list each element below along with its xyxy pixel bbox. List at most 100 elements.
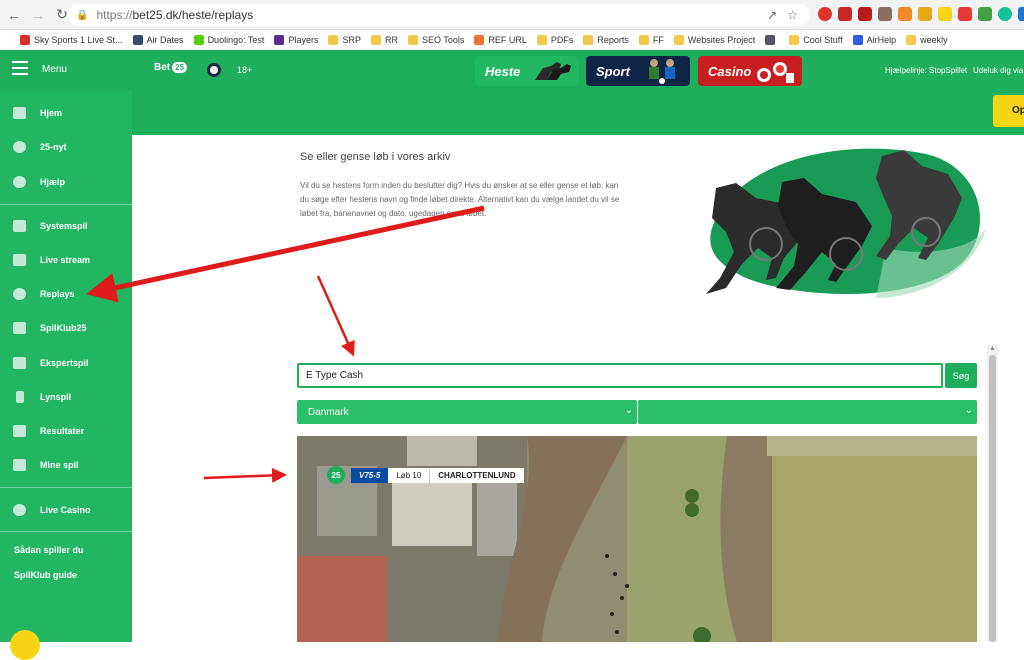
extension-icon[interactable] [958, 7, 972, 21]
star-icon[interactable]: ☆ [787, 8, 798, 22]
extension-icon[interactable] [838, 7, 852, 21]
bookmark-icon [20, 35, 30, 45]
tab-heste[interactable]: Heste [475, 56, 579, 86]
club-guide-link[interactable]: SpilKlub guide [14, 570, 77, 580]
sidebar-item-label: Hjælp [40, 177, 66, 187]
hamburger-icon[interactable] [12, 61, 28, 75]
search-button[interactable]: Søg [945, 363, 977, 388]
sidebar-item-label: Lynspil [40, 392, 72, 402]
sub-header-bar [132, 90, 1024, 135]
horse-search-input[interactable] [297, 363, 943, 388]
bookmark-label: RR [384, 35, 398, 45]
extension-icon[interactable] [898, 7, 912, 21]
bookmark-item[interactable]: AirHelp [852, 35, 897, 45]
how-to-play-link[interactable]: Sådan spiller du [14, 545, 84, 555]
race-info-overlay: 25 V75-5 Løb 10 CHARLOTTENLUND [327, 466, 524, 484]
bookmark-item[interactable]: PDFs [536, 35, 573, 45]
bookmarks-bar: Sky Sports 1 Live St... Air Dates Duolingo… [0, 30, 1024, 50]
news-icon [13, 141, 26, 153]
trophy-icon [13, 425, 26, 437]
sidebar-item-25-nyt[interactable]: 25-nyt [0, 134, 132, 160]
sidebar-item-systemspil[interactable]: Systemspil [0, 213, 132, 239]
bookmark-item[interactable]: weekly [906, 35, 948, 45]
extension-icon[interactable] [818, 7, 832, 21]
track-select[interactable]: ⌄ [638, 400, 977, 424]
logo-badge: 25 [172, 62, 188, 73]
tab-casino[interactable]: Casino [698, 56, 802, 86]
bookmark-label: Sky Sports 1 Live St... [34, 35, 123, 45]
sidebar-item-ekspertspil[interactable]: Ekspertspil [0, 350, 132, 376]
create-account-button[interactable]: Opr [993, 95, 1024, 127]
bookmark-item[interactable]: Sky Sports 1 Live St... [20, 35, 123, 45]
sidebar-item-spilklub25[interactable]: SpilKlub25 [0, 315, 132, 341]
back-icon[interactable]: ← [4, 5, 24, 25]
bookmark-label: Reports [597, 35, 629, 45]
browser-toolbar: ← → ↻ 🔒 https:// bet25.dk/heste/replays … [0, 0, 1024, 30]
share-icon[interactable]: ↗ [767, 8, 777, 22]
lightning-icon [16, 391, 24, 403]
extension-icon[interactable] [938, 7, 952, 21]
bookmark-item[interactable]: REF URL [474, 35, 527, 45]
bookmark-icon [852, 35, 863, 45]
bookmark-item[interactable]: Players [274, 35, 318, 45]
sidebar-item-resultater[interactable]: Resultater [0, 418, 132, 444]
self-exclusion-link[interactable]: Udeluk dig via R [973, 66, 1024, 75]
sidebar-item-mine-spil[interactable]: Mine spil [0, 452, 132, 478]
scroll-up-icon[interactable]: ▲ [989, 345, 996, 352]
trotting-horses-illustration [706, 148, 986, 298]
sidebar-item-label: Systemspil [40, 221, 88, 231]
bookmark-item[interactable]: SEO Tools [407, 35, 464, 45]
sidebar-item-label: 25-nyt [40, 142, 67, 152]
sidebar-item-lynspil[interactable]: Lynspil [0, 384, 132, 410]
address-bar[interactable]: 🔒 https:// bet25.dk/heste/replays ↗ ☆ [68, 4, 810, 26]
bookmark-item[interactable]: Duolingo: Test [193, 35, 264, 45]
forward-icon[interactable]: → [28, 5, 48, 25]
sidebar-item-live-casino[interactable]: Live Casino [0, 497, 132, 523]
group-icon [13, 322, 26, 334]
extension-icon[interactable] [998, 7, 1012, 21]
casino-chips-icon [757, 62, 794, 83]
license-seal-icon[interactable] [207, 63, 221, 77]
sidebar-item-hjaelp[interactable]: Hjælp [0, 169, 132, 195]
country-select[interactable]: Danmark ⌄ [297, 400, 637, 424]
annotation-arrow [203, 467, 287, 483]
sidebar-item-label: Replays [40, 289, 75, 299]
extension-icon[interactable] [878, 7, 892, 21]
bookmark-item[interactable]: Cool Stuff [789, 35, 843, 45]
annotation-arrow [316, 275, 355, 357]
tab-sport[interactable]: Sport [586, 56, 690, 86]
chat-icon [13, 176, 26, 188]
sidebar-divider [0, 531, 132, 532]
sidebar-item-replays[interactable]: Replays [0, 281, 132, 307]
bookmark-item[interactable]: FF [638, 35, 664, 45]
bookmark-icon [474, 35, 485, 45]
extension-icon[interactable] [1018, 7, 1024, 21]
bookmark-item[interactable]: Websites Project [673, 35, 755, 45]
bookmark-item[interactable] [765, 35, 779, 45]
page-scrollbar[interactable]: ▲ [987, 345, 998, 642]
casino-chip-icon [13, 504, 26, 516]
sidebar: Hjem 25-nyt Hjælp Systemspil Live stream… [0, 90, 132, 642]
extension-icon[interactable] [978, 7, 992, 21]
bookmark-item[interactable]: Air Dates [132, 35, 184, 45]
scrollbar-thumb[interactable] [989, 355, 996, 642]
lock-icon: 🔒 [76, 9, 89, 21]
sidebar-item-live-stream[interactable]: Live stream [0, 247, 132, 273]
extension-icon[interactable] [858, 7, 872, 21]
bookmark-icon [638, 35, 649, 45]
bet25-logo[interactable]: Bet 25 [154, 62, 188, 73]
extension-icon[interactable] [918, 7, 932, 21]
home-icon [13, 107, 26, 119]
menu-label[interactable]: Menu [42, 64, 67, 75]
bookmark-label: AirHelp [866, 35, 897, 45]
video-icon [13, 254, 26, 266]
sidebar-item-hjem[interactable]: Hjem [0, 100, 132, 126]
bookmark-item[interactable]: SRP [328, 35, 361, 45]
helpline-link[interactable]: Hjælpelinje: StopSpillet [885, 66, 967, 75]
race-replay-video[interactable]: 25 V75-5 Løb 10 CHARLOTTENLUND [297, 436, 977, 642]
bookmark-icon [673, 35, 684, 45]
chat-support-button[interactable] [10, 630, 40, 660]
bookmark-item[interactable]: RR [370, 35, 398, 45]
bookmark-item[interactable]: Reports [583, 35, 629, 45]
url-scheme: https:// [96, 8, 133, 22]
